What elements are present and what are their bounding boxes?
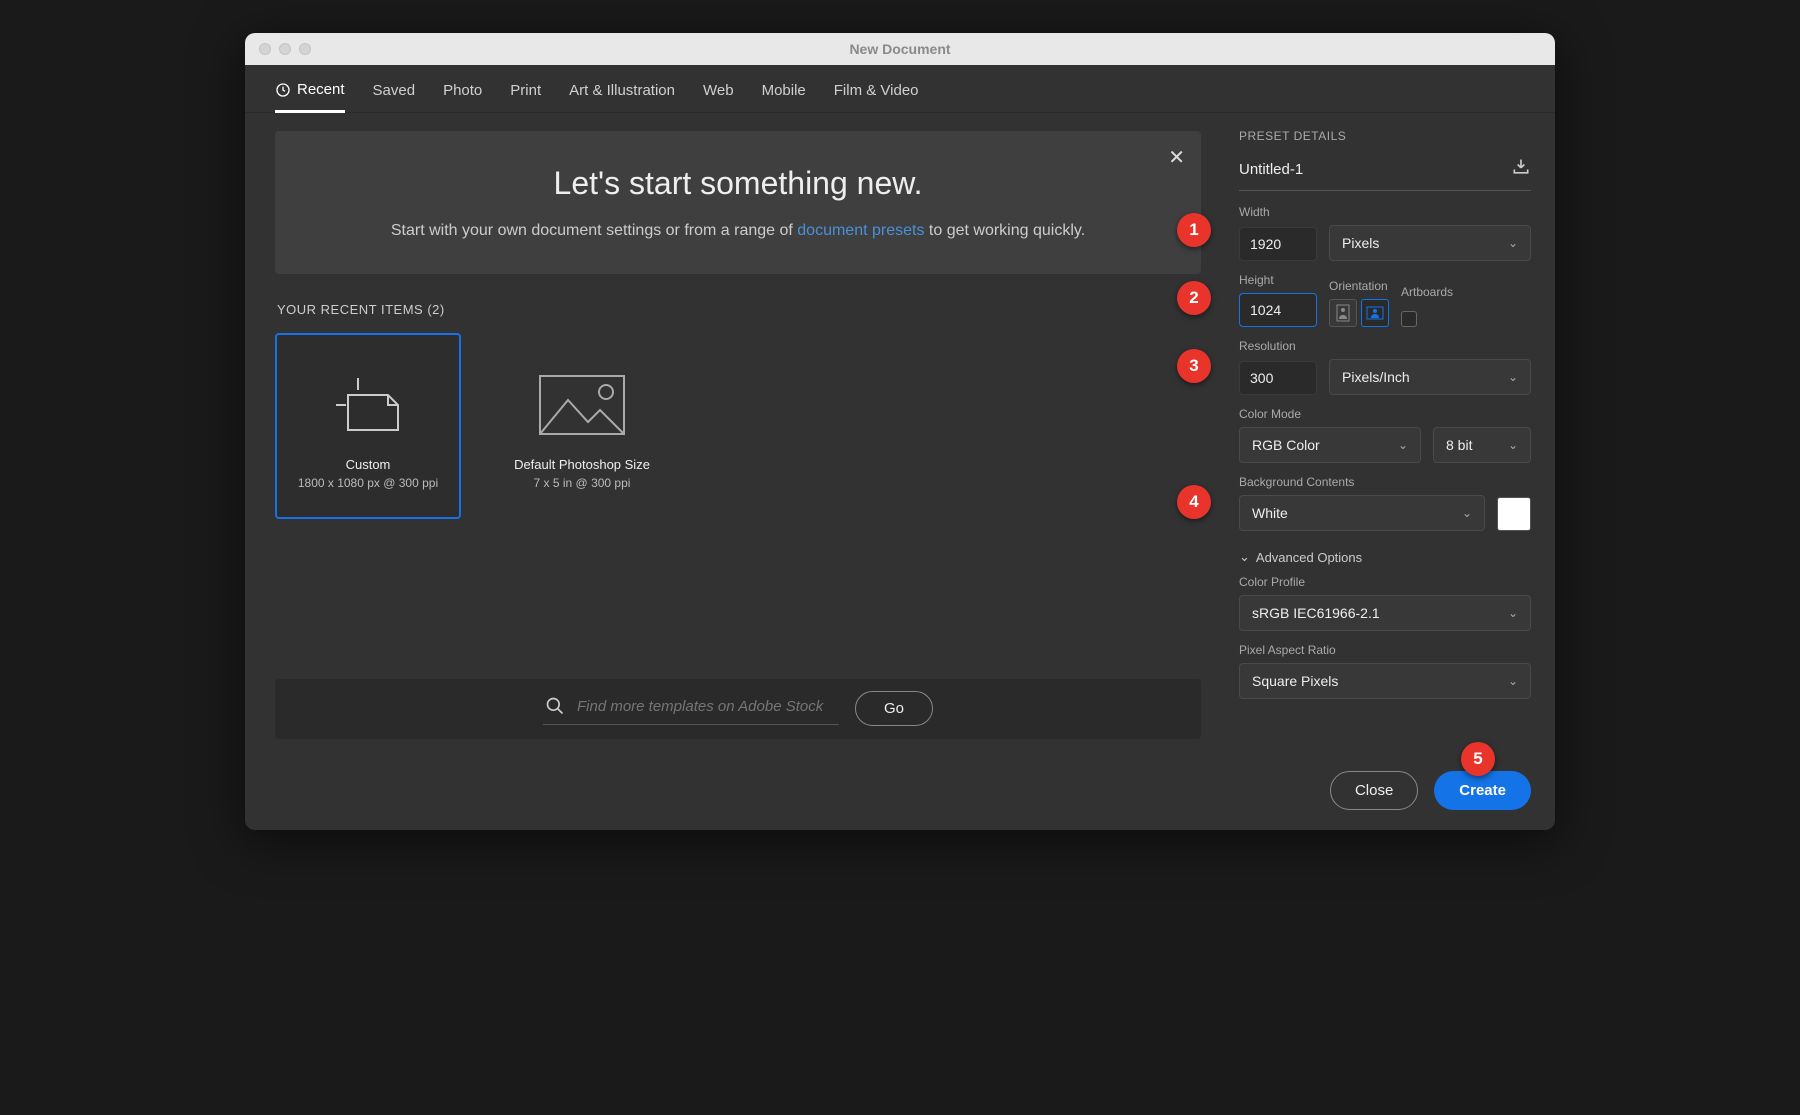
par-label: Pixel Aspect Ratio bbox=[1239, 643, 1531, 657]
width-unit-select[interactable]: Pixels⌄ bbox=[1329, 225, 1531, 261]
tab-print[interactable]: Print bbox=[510, 81, 541, 112]
annotation-marker-1: 1 bbox=[1177, 213, 1211, 247]
chevron-down-icon: ⌄ bbox=[1398, 438, 1408, 452]
annotation-marker-3: 3 bbox=[1177, 349, 1211, 383]
intro-banner: ✕ Let's start something new. Start with … bbox=[275, 131, 1201, 274]
main-panel: ✕ Let's start something new. Start with … bbox=[245, 113, 1215, 830]
preset-sub: 7 x 5 in @ 300 ppi bbox=[534, 476, 631, 490]
par-select[interactable]: Square Pixels⌄ bbox=[1239, 663, 1531, 699]
tab-saved[interactable]: Saved bbox=[373, 81, 416, 112]
custom-preset-icon bbox=[328, 361, 408, 449]
resolution-label: Resolution bbox=[1239, 339, 1531, 353]
close-button[interactable]: Close bbox=[1330, 771, 1418, 810]
height-input[interactable] bbox=[1239, 293, 1317, 327]
annotation-marker-5: 5 bbox=[1461, 742, 1495, 776]
search-icon bbox=[545, 696, 565, 716]
traffic-light-minimize[interactable] bbox=[279, 43, 291, 55]
bg-color-swatch[interactable] bbox=[1497, 497, 1531, 531]
preset-default[interactable]: Default Photoshop Size 7 x 5 in @ 300 pp… bbox=[489, 333, 675, 519]
advanced-options-toggle[interactable]: ⌄Advanced Options bbox=[1239, 549, 1531, 565]
chevron-down-icon: ⌄ bbox=[1508, 674, 1518, 688]
tab-recent[interactable]: Recent bbox=[275, 81, 345, 113]
stock-search-bar: Go bbox=[275, 679, 1201, 739]
traffic-light-zoom[interactable] bbox=[299, 43, 311, 55]
preset-details-title: PRESET DETAILS bbox=[1239, 129, 1531, 143]
color-profile-label: Color Profile bbox=[1239, 575, 1531, 589]
chevron-down-icon: ⌄ bbox=[1508, 370, 1518, 384]
orientation-label: Orientation bbox=[1329, 279, 1389, 293]
color-mode-select[interactable]: RGB Color⌄ bbox=[1239, 427, 1421, 463]
artboards-label: Artboards bbox=[1401, 285, 1453, 299]
bit-depth-select[interactable]: 8 bit⌄ bbox=[1433, 427, 1531, 463]
resolution-unit-select[interactable]: Pixels/Inch⌄ bbox=[1329, 359, 1531, 395]
bg-contents-label: Background Contents bbox=[1239, 475, 1531, 489]
stock-search-input[interactable] bbox=[577, 698, 837, 715]
chevron-down-icon: ⌄ bbox=[1239, 549, 1250, 565]
preset-list: Custom 1800 x 1080 px @ 300 ppi Default … bbox=[275, 333, 1201, 519]
color-mode-label: Color Mode bbox=[1239, 407, 1531, 421]
document-presets-link[interactable]: document presets bbox=[797, 222, 924, 239]
resolution-input[interactable] bbox=[1239, 361, 1317, 395]
chevron-down-icon: ⌄ bbox=[1508, 438, 1518, 452]
download-preset-icon[interactable] bbox=[1511, 157, 1531, 182]
window-title: New Document bbox=[245, 41, 1555, 57]
artboards-checkbox[interactable] bbox=[1401, 311, 1417, 327]
chevron-down-icon: ⌄ bbox=[1462, 506, 1472, 520]
new-document-window: New Document Recent Saved Photo Print Ar… bbox=[245, 33, 1555, 830]
close-icon[interactable]: ✕ bbox=[1168, 145, 1185, 170]
image-preset-icon bbox=[534, 361, 630, 449]
annotation-marker-4: 4 bbox=[1177, 485, 1211, 519]
intro-text: Start with your own document settings or… bbox=[315, 218, 1161, 244]
preset-name: Default Photoshop Size bbox=[514, 457, 650, 472]
color-profile-select[interactable]: sRGB IEC61966-2.1⌄ bbox=[1239, 595, 1531, 631]
window-controls bbox=[245, 43, 311, 55]
orientation-landscape[interactable] bbox=[1361, 299, 1389, 327]
bg-contents-select[interactable]: White⌄ bbox=[1239, 495, 1485, 531]
preset-name-input[interactable] bbox=[1239, 161, 1501, 178]
titlebar: New Document bbox=[245, 33, 1555, 65]
tab-film[interactable]: Film & Video bbox=[834, 81, 919, 112]
preset-details-panel: PRESET DETAILS Width Pixels⌄ Height Orie… bbox=[1215, 113, 1555, 830]
preset-name: Custom bbox=[346, 457, 391, 472]
width-label: Width bbox=[1239, 205, 1531, 219]
tab-web[interactable]: Web bbox=[703, 81, 734, 112]
clock-icon bbox=[275, 82, 291, 98]
tab-mobile[interactable]: Mobile bbox=[762, 81, 806, 112]
preset-custom[interactable]: Custom 1800 x 1080 px @ 300 ppi bbox=[275, 333, 461, 519]
go-button[interactable]: Go bbox=[855, 691, 933, 726]
orientation-portrait[interactable] bbox=[1329, 299, 1357, 327]
intro-headline: Let's start something new. bbox=[315, 165, 1161, 202]
width-input[interactable] bbox=[1239, 227, 1317, 261]
recent-items-header: YOUR RECENT ITEMS (2) bbox=[277, 302, 1201, 317]
traffic-light-close[interactable] bbox=[259, 43, 271, 55]
preset-sub: 1800 x 1080 px @ 300 ppi bbox=[298, 476, 438, 490]
chevron-down-icon: ⌄ bbox=[1508, 606, 1518, 620]
annotation-marker-2: 2 bbox=[1177, 281, 1211, 315]
tab-photo[interactable]: Photo bbox=[443, 81, 482, 112]
category-tabs: Recent Saved Photo Print Art & Illustrat… bbox=[245, 65, 1555, 113]
height-label: Height bbox=[1239, 273, 1317, 287]
tab-art[interactable]: Art & Illustration bbox=[569, 81, 675, 112]
chevron-down-icon: ⌄ bbox=[1508, 236, 1518, 250]
create-button[interactable]: Create bbox=[1434, 771, 1531, 810]
